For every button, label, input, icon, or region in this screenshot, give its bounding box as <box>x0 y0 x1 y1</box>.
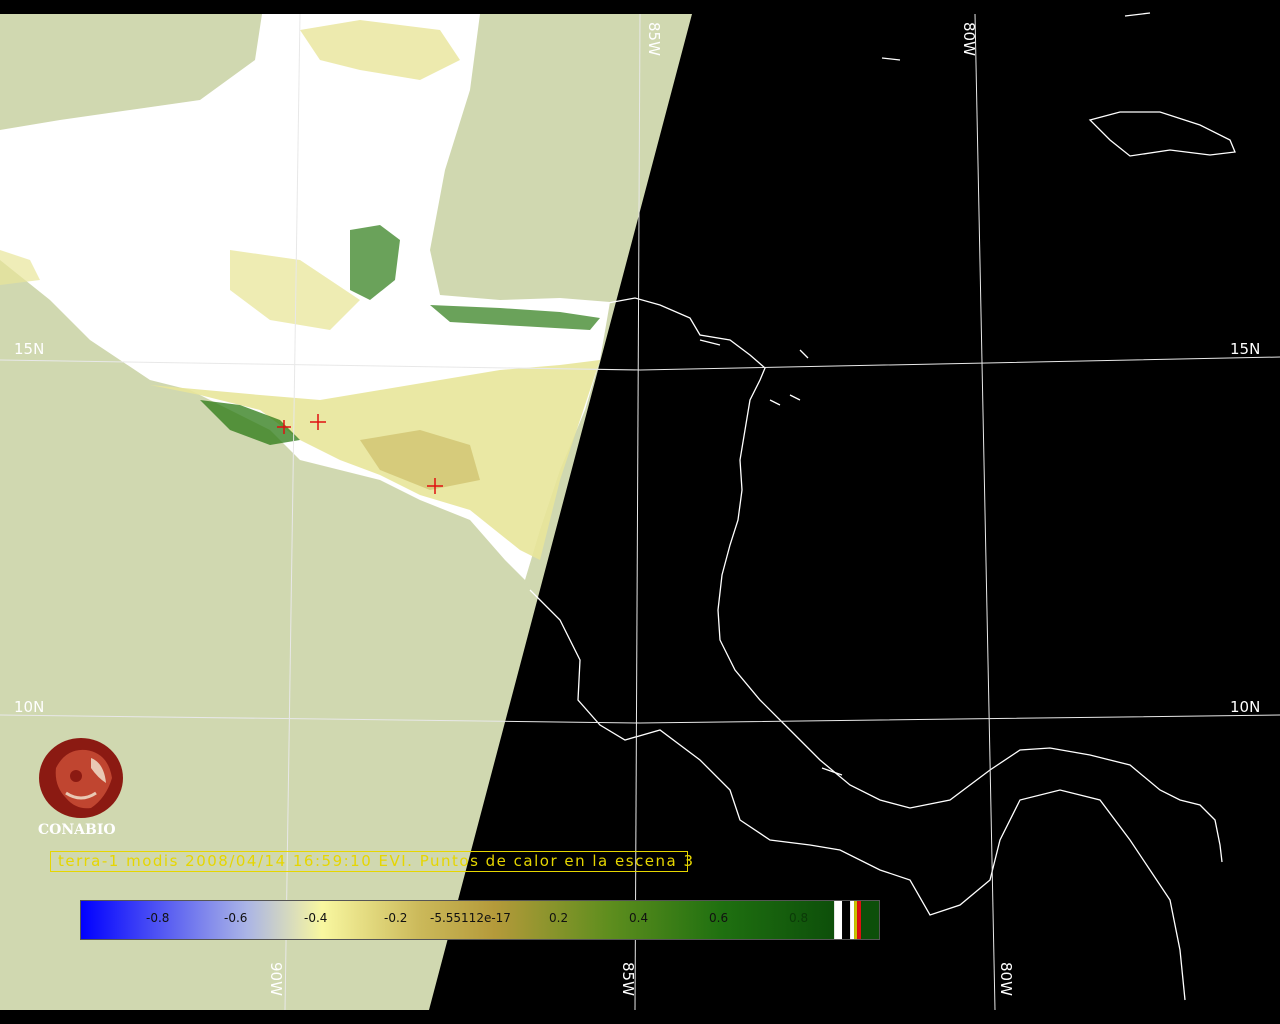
lon-label-85w-bottom: 85W <box>619 962 637 996</box>
colorbar-tick: 0.2 <box>549 911 569 925</box>
colorbar-tick: 0.4 <box>629 911 649 925</box>
colorbar-tick: -0.4 <box>304 911 328 925</box>
coastline-honduras <box>607 297 1223 863</box>
lon-label-90w-bottom: 90W <box>267 962 285 996</box>
coastline-island-b <box>881 57 901 61</box>
colorbar-tick: 0.6 <box>709 911 729 925</box>
conabio-logo-text: CONABIO <box>38 822 116 838</box>
lon-label-80w-top: 80W <box>960 22 978 56</box>
colorbar-tick: 0.8 <box>789 911 809 925</box>
colorbar-tick: -5.55112e-17 <box>430 911 511 925</box>
colorbar-tick: -0.6 <box>224 911 248 925</box>
lon-label-80w-bottom: 80W <box>997 962 1015 996</box>
lat-label-10n-left: 10N <box>14 698 45 716</box>
coastline-island-a <box>1124 12 1151 17</box>
lat-label-15n-right: 15N <box>1230 340 1261 358</box>
coastline-jamaica <box>1088 111 1236 157</box>
lon-80w-line <box>974 13 996 1011</box>
modis-evi-map-viewer: 15N 15N 10N 10N 85W 80W 90W 85W 80W CONA… <box>0 0 1280 1024</box>
lat-label-15n-left: 15N <box>14 340 45 358</box>
lat-label-10n-right: 10N <box>1230 698 1261 716</box>
lon-label-85w-top: 85W <box>645 22 663 56</box>
scene-caption: terra-1 modis 2008/04/14 16:59:10 EVI. P… <box>58 852 695 870</box>
colorbar-tick: -0.2 <box>384 911 408 925</box>
colorbar-tick: -0.8 <box>146 911 170 925</box>
coastline-islets <box>699 339 843 776</box>
